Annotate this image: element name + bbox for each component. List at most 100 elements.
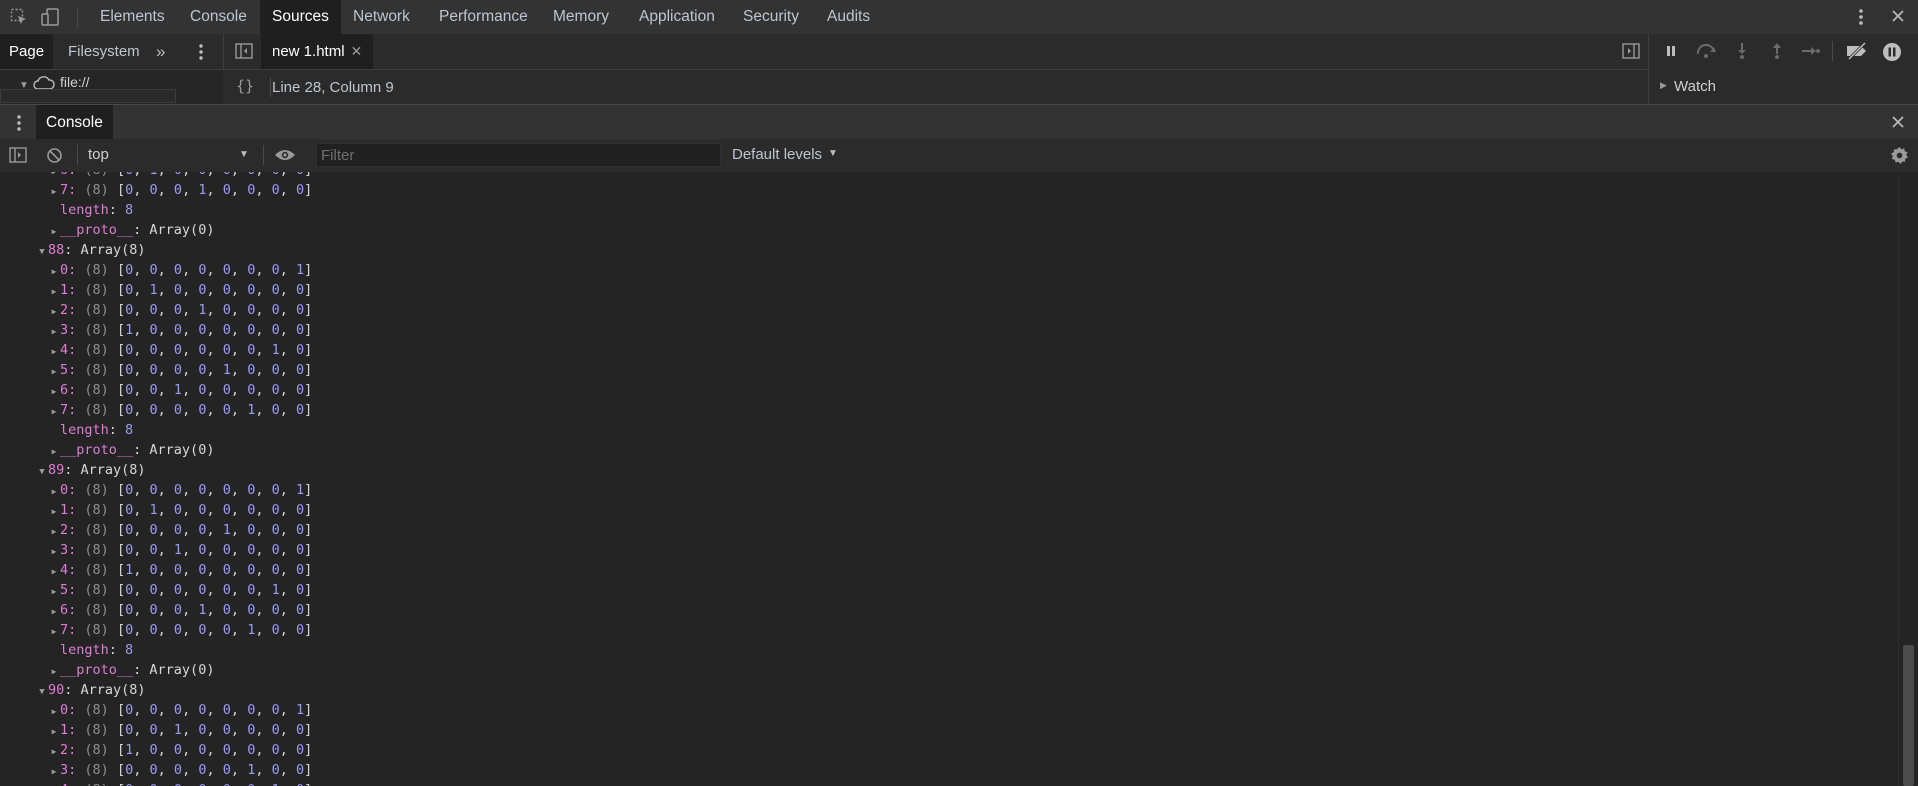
console-group-row[interactable]: ▼ 89: Array(8): [0, 460, 1898, 480]
log-levels-dropdown[interactable]: Default levels ▼: [732, 143, 842, 167]
inspect-element-icon[interactable]: [8, 6, 30, 28]
tree-item-file[interactable]: file://: [60, 74, 90, 90]
expand-triangle-icon[interactable]: ▶: [48, 662, 60, 682]
pretty-print-icon[interactable]: {}: [236, 77, 254, 95]
console-scrollbar[interactable]: [1898, 172, 1918, 786]
console-tree-row[interactable]: ▶ 4: (8) [1, 0, 0, 0, 0, 0, 0, 0]: [0, 560, 1898, 580]
collapse-triangle-icon[interactable]: ▼: [36, 682, 48, 702]
expand-triangle-icon[interactable]: ▶: [48, 542, 60, 562]
console-tree-row[interactable]: ▶ 0: (8) [0, 0, 0, 0, 0, 0, 0, 1]: [0, 700, 1898, 720]
console-tree-row[interactable]: ▶ 0: (8) [0, 0, 0, 0, 0, 0, 0, 1]: [0, 480, 1898, 500]
editor-tab-new1[interactable]: new 1.html ✕: [261, 34, 374, 69]
tab-audits[interactable]: Audits: [815, 0, 882, 34]
navigator-kebab-icon[interactable]: [198, 42, 204, 62]
expand-triangle-icon[interactable]: ▶: [48, 702, 60, 722]
console-tree-row[interactable]: ▶ 1: (8) [0, 1, 0, 0, 0, 0, 0, 0]: [0, 280, 1898, 300]
context-selector[interactable]: top ▼: [81, 143, 251, 167]
expand-triangle-icon[interactable]: ▶: [48, 502, 60, 522]
expand-triangle-icon[interactable]: ▶: [48, 562, 60, 582]
console-tree-row[interactable]: ▶ 5: (8) [0, 0, 0, 0, 1, 0, 0, 0]: [0, 360, 1898, 380]
console-tree-row[interactable]: ▶ 3: (8) [0, 0, 0, 0, 0, 1, 0, 0]: [0, 760, 1898, 780]
more-tabs-icon[interactable]: »: [156, 34, 165, 69]
clear-console-icon[interactable]: [46, 147, 63, 164]
expand-triangle-icon[interactable]: ▶: [1660, 80, 1667, 91]
toggle-navigator-icon[interactable]: [235, 43, 253, 59]
tab-elements[interactable]: Elements: [88, 0, 177, 34]
close-tab-icon[interactable]: ✕: [351, 43, 363, 59]
expand-triangle-icon[interactable]: ▶: [48, 402, 60, 422]
expand-triangle-icon[interactable]: ▶: [48, 362, 60, 382]
expand-triangle-icon[interactable]: ▶: [48, 482, 60, 502]
device-toolbar-icon[interactable]: [40, 6, 62, 28]
tab-network[interactable]: Network: [341, 0, 422, 34]
tab-console[interactable]: Console: [178, 0, 259, 34]
expand-triangle-icon[interactable]: ▶: [48, 182, 60, 202]
console-tree-row[interactable]: ▶ 1: (8) [0, 0, 1, 0, 0, 0, 0, 0]: [0, 720, 1898, 740]
eye-icon[interactable]: [274, 148, 296, 162]
step-icon[interactable]: [1801, 44, 1821, 58]
step-into-icon[interactable]: [1736, 42, 1748, 60]
tab-page[interactable]: Page: [0, 34, 54, 69]
expand-triangle-icon[interactable]: ▶: [48, 262, 60, 282]
console-tree-row[interactable]: ▶ __proto__: Array(0): [0, 220, 1898, 240]
expand-triangle-icon[interactable]: ▶: [48, 322, 60, 342]
pause-icon[interactable]: [1664, 44, 1678, 58]
console-tree-row[interactable]: ▶ 3: (8) [1, 0, 0, 0, 0, 0, 0, 0]: [0, 320, 1898, 340]
horizontal-scrollbar[interactable]: [0, 89, 176, 103]
filter-input[interactable]: [316, 143, 721, 167]
step-out-icon[interactable]: [1771, 42, 1783, 60]
expand-triangle-icon[interactable]: ▶: [48, 222, 60, 242]
watch-section-title[interactable]: Watch: [1674, 69, 1716, 104]
kebab-menu-icon[interactable]: [1858, 0, 1872, 34]
expand-triangle-icon[interactable]: ▶: [48, 382, 60, 402]
drawer-kebab-icon[interactable]: [16, 113, 22, 133]
console-tree-row[interactable]: ▶ 2: (8) [0, 0, 0, 1, 0, 0, 0, 0]: [0, 300, 1898, 320]
expand-triangle-icon[interactable]: ▶: [48, 722, 60, 742]
drawer-tab-console[interactable]: Console: [36, 105, 113, 140]
console-tree-row[interactable]: ▶6: (8) [0, 1, 0, 0, 0, 0, 0, 0]: [0, 172, 1898, 180]
console-tree-row[interactable]: ▶ __proto__: Array(0): [0, 440, 1898, 460]
collapse-triangle-icon[interactable]: ▼: [36, 242, 48, 262]
expand-triangle-icon[interactable]: ▶: [48, 622, 60, 642]
console-tree-row[interactable]: ▶ 7: (8) [0, 0, 0, 0, 0, 1, 0, 0]: [0, 400, 1898, 420]
expand-triangle-icon[interactable]: ▶: [48, 342, 60, 362]
console-tree-row[interactable]: ▶ 7: (8) [0, 0, 0, 1, 0, 0, 0, 0]: [0, 180, 1898, 200]
deactivate-breakpoints-icon[interactable]: [1845, 42, 1869, 60]
console-tree-row[interactable]: ▶ 3: (8) [0, 0, 1, 0, 0, 0, 0, 0]: [0, 540, 1898, 560]
console-tree-row[interactable]: ▶4: (8) [0, 0, 0, 0, 0, 0, 1, 0]: [0, 780, 1898, 786]
expand-triangle-icon[interactable]: ▶: [48, 782, 60, 786]
expand-triangle-icon[interactable]: ▶: [48, 762, 60, 782]
expand-triangle-icon[interactable]: ▶: [48, 282, 60, 302]
scrollbar-thumb[interactable]: [1903, 645, 1914, 786]
console-tree-row[interactable]: ▶ 7: (8) [0, 0, 0, 0, 0, 1, 0, 0]: [0, 620, 1898, 640]
toggle-debugger-icon[interactable]: [1622, 43, 1640, 59]
tab-memory[interactable]: Memory: [541, 0, 621, 34]
tab-filesystem[interactable]: Filesystem: [59, 34, 149, 69]
console-group-row[interactable]: ▼ 90: Array(8): [0, 680, 1898, 700]
console-tree-row[interactable]: ▶ 6: (8) [0, 0, 0, 1, 0, 0, 0, 0]: [0, 600, 1898, 620]
console-tree-row[interactable]: ▶ __proto__: Array(0): [0, 660, 1898, 680]
expand-triangle-icon[interactable]: ▶: [48, 602, 60, 622]
console-tree-row[interactable]: ▶ 2: (8) [1, 0, 0, 0, 0, 0, 0, 0]: [0, 740, 1898, 760]
step-over-icon[interactable]: [1695, 43, 1717, 59]
gear-icon[interactable]: [1890, 146, 1909, 165]
console-tree-row[interactable]: ▶ 6: (8) [0, 0, 1, 0, 0, 0, 0, 0]: [0, 380, 1898, 400]
expand-triangle-icon[interactable]: ▶: [48, 742, 60, 762]
close-devtools-icon[interactable]: [1891, 0, 1905, 34]
console-tree-row[interactable]: ▶ 0: (8) [0, 0, 0, 0, 0, 0, 0, 1]: [0, 260, 1898, 280]
console-tree-row[interactable]: ▶ 1: (8) [0, 1, 0, 0, 0, 0, 0, 0]: [0, 500, 1898, 520]
pause-on-exceptions-icon[interactable]: [1882, 42, 1902, 62]
expand-triangle-icon[interactable]: ▶: [48, 582, 60, 602]
tab-sources[interactable]: Sources: [260, 0, 341, 34]
tab-security[interactable]: Security: [731, 0, 811, 34]
expand-triangle-icon[interactable]: ▶: [48, 302, 60, 322]
close-drawer-icon[interactable]: [1891, 105, 1905, 140]
show-sidebar-icon[interactable]: [9, 147, 27, 163]
console-tree-row[interactable]: ▶ 2: (8) [0, 0, 0, 0, 1, 0, 0, 0]: [0, 520, 1898, 540]
console-tree-row[interactable]: ▶4: (8) [0, 0, 0, 0, 0, 0, 1, 0]: [0, 340, 1898, 360]
tab-performance[interactable]: Performance: [427, 0, 540, 34]
expand-triangle-icon[interactable]: ▶: [48, 442, 60, 462]
console-tree-row[interactable]: ▶ 5: (8) [0, 0, 0, 0, 0, 0, 1, 0]: [0, 580, 1898, 600]
console-group-row[interactable]: ▼ 88: Array(8): [0, 240, 1898, 260]
expand-triangle-icon[interactable]: ▶: [48, 522, 60, 542]
